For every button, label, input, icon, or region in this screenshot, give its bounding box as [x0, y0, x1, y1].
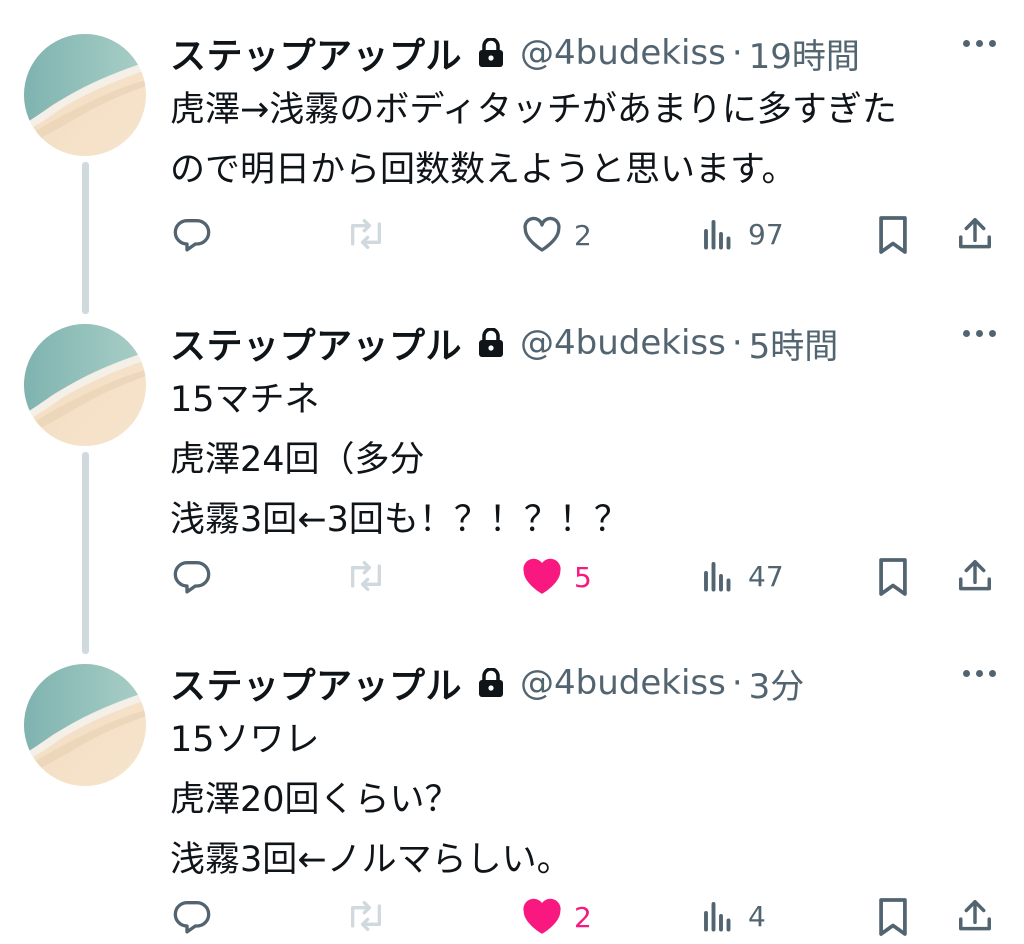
more-options-icon[interactable]: [963, 670, 996, 677]
retweet-button[interactable]: [344, 214, 388, 254]
view-count: 4: [748, 899, 766, 933]
lock-icon: [478, 38, 504, 68]
timestamp[interactable]: 5時間: [749, 319, 839, 368]
like-count: 2: [574, 218, 592, 252]
reply-icon: [173, 561, 211, 594]
tweet-header: ステップアップル @4budekiss · 5時間: [170, 317, 839, 369]
tweet[interactable]: ステップアップル @4budekiss · 19時間 虎澤→浅霧のボディタッチが…: [0, 30, 1024, 290]
user-handle[interactable]: @4budekiss: [520, 323, 726, 363]
like-count: 5: [574, 560, 592, 594]
bookmark-button[interactable]: [876, 896, 910, 938]
timestamp[interactable]: 3分: [749, 659, 805, 708]
retweet-icon: [350, 219, 381, 249]
share-icon: [959, 218, 991, 249]
share-button[interactable]: [956, 214, 994, 254]
lock-icon: [478, 328, 504, 358]
reply-icon: [173, 901, 211, 934]
views-chart-icon: [704, 220, 731, 250]
timestamp[interactable]: 19時間: [749, 29, 860, 78]
lock-icon: [478, 668, 504, 698]
avatar-image: [24, 34, 146, 156]
reply-button[interactable]: [172, 896, 212, 936]
tweet-text-line: 浅霧3回←ノルマらしい。: [170, 840, 572, 880]
more-options-icon[interactable]: [963, 330, 996, 337]
like-button[interactable]: 2: [522, 898, 592, 936]
view-count: 47: [748, 559, 784, 593]
retweet-icon: [350, 901, 381, 931]
reply-button[interactable]: [172, 556, 212, 596]
bookmark-icon: [879, 898, 907, 936]
bookmark-icon: [879, 216, 907, 254]
view-count: 97: [748, 217, 784, 251]
views-button[interactable]: 4: [700, 898, 766, 934]
views-chart-icon: [704, 902, 731, 932]
tweet-text-line: 浅霧3回←3回も！？！？！？: [170, 500, 629, 540]
retweet-button[interactable]: [344, 896, 388, 936]
retweet-icon: [350, 561, 381, 591]
share-icon: [959, 560, 991, 591]
views-button[interactable]: 47: [700, 558, 784, 594]
separator-dot: ·: [731, 663, 743, 703]
views-button[interactable]: 97: [700, 216, 784, 252]
tweet-text: 15マチネ 虎澤24回（多分 浅霧3回←3回も！？！？！？: [170, 370, 1000, 550]
heart-icon: [523, 216, 561, 252]
bookmark-button[interactable]: [876, 556, 910, 598]
separator-dot: ·: [731, 323, 743, 363]
avatar-image: [24, 664, 146, 786]
action-bar: 2 97: [0, 210, 1024, 260]
tweet[interactable]: ステップアップル @4budekiss · 5時間 15マチネ 虎澤24回（多分…: [0, 320, 1024, 620]
tweet-header: ステップアップル @4budekiss · 3分: [170, 657, 805, 709]
retweet-button[interactable]: [344, 556, 388, 596]
avatar-image: [24, 324, 146, 446]
tweet-text-line: 15マチネ: [170, 380, 320, 420]
bookmark-icon: [879, 558, 907, 596]
tweet-text-line: 15ソワレ: [170, 720, 320, 760]
share-button[interactable]: [956, 556, 994, 596]
separator-dot: ·: [731, 33, 743, 73]
reply-button[interactable]: [172, 214, 212, 254]
tweet-text: 15ソワレ 虎澤20回くらい？ 浅霧3回←ノルマらしい。: [170, 710, 1000, 890]
action-bar: 2 4: [0, 892, 1024, 942]
avatar[interactable]: [24, 324, 146, 446]
tweet-text-line: ので明日から回数数えようと思います。: [170, 150, 797, 190]
like-button[interactable]: 5: [522, 558, 592, 596]
avatar[interactable]: [24, 34, 146, 156]
tweet-header: ステップアップル @4budekiss · 19時間: [170, 27, 860, 79]
share-icon: [959, 900, 991, 931]
like-count: 2: [574, 900, 592, 934]
display-name[interactable]: ステップアップル: [170, 27, 462, 79]
share-button[interactable]: [956, 896, 994, 936]
like-button[interactable]: 2: [522, 216, 592, 254]
tweet[interactable]: ステップアップル @4budekiss · 3分 15ソワレ 虎澤20回くらい？…: [0, 660, 1024, 944]
tweet-text-line: 虎澤→浅霧のボディタッチがあまりに多すぎた: [170, 90, 897, 130]
views-chart-icon: [704, 562, 731, 592]
heart-filled-icon: [523, 898, 561, 934]
display-name[interactable]: ステップアップル: [170, 317, 462, 369]
user-handle[interactable]: @4budekiss: [520, 33, 726, 73]
tweet-text-line: 虎澤20回くらい？: [170, 780, 460, 820]
bookmark-button[interactable]: [876, 214, 910, 256]
action-bar: 5 47: [0, 552, 1024, 602]
more-options-icon[interactable]: [963, 40, 996, 47]
heart-filled-icon: [523, 558, 561, 594]
tweet-text: 虎澤→浅霧のボディタッチがあまりに多すぎた ので明日から回数数えようと思います。: [170, 80, 1000, 200]
tweet-text-line: 虎澤24回（多分: [170, 440, 425, 480]
avatar[interactable]: [24, 664, 146, 786]
reply-icon: [173, 219, 211, 252]
display-name[interactable]: ステップアップル: [170, 657, 462, 709]
user-handle[interactable]: @4budekiss: [520, 663, 726, 703]
